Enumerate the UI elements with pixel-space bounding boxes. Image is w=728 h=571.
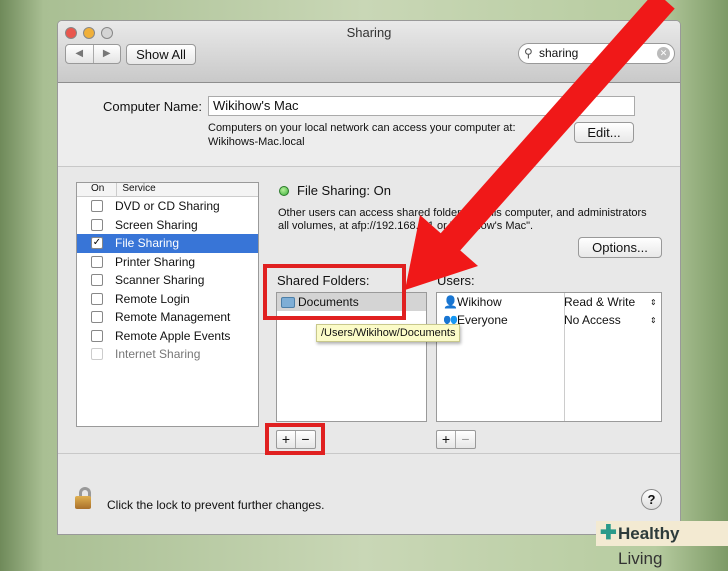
cross-icon: ✚: [600, 522, 617, 544]
watermark-logo: ✚ Healthy Living: [596, 521, 728, 568]
logo-bold: Healthy: [618, 524, 680, 543]
red-arrow-icon: [405, 0, 675, 290]
logo-rest: Living: [618, 549, 663, 568]
